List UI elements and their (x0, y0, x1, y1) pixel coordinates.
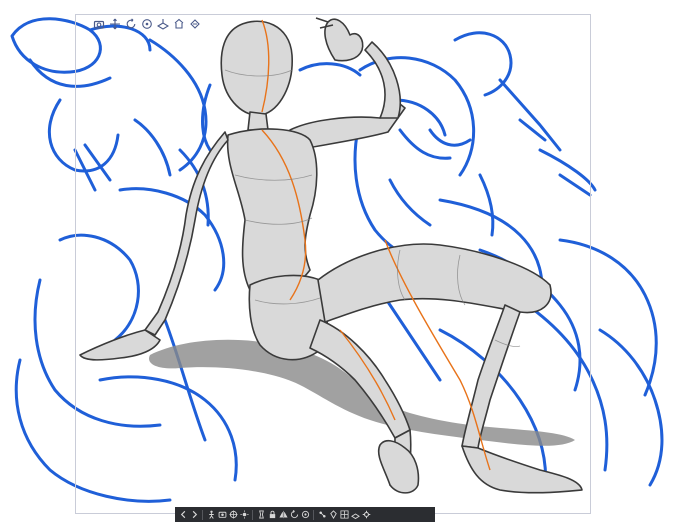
chevron-right-icon[interactable] (189, 508, 199, 521)
reset-pose-icon[interactable] (300, 508, 310, 521)
bottom-object-toolbar (175, 507, 435, 522)
camera-view-icon[interactable] (217, 508, 227, 521)
canvas-area[interactable] (0, 0, 680, 522)
camera-icon[interactable] (92, 17, 106, 31)
toolbar-separator (313, 509, 314, 520)
move-icon[interactable] (108, 17, 122, 31)
ground-icon[interactable] (350, 508, 360, 521)
joint-icon[interactable] (317, 508, 327, 521)
flip-icon[interactable] (278, 508, 288, 521)
toolbar-separator (202, 509, 203, 520)
fit-icon[interactable] (172, 17, 186, 31)
lock-icon[interactable] (267, 508, 277, 521)
settings-icon[interactable] (361, 508, 371, 521)
sketch-layer (10, 17, 664, 503)
pose-icon[interactable] (206, 508, 216, 521)
light-icon[interactable] (239, 508, 249, 521)
rotate-icon[interactable] (124, 17, 138, 31)
snap-icon[interactable] (228, 508, 238, 521)
reset-icon[interactable] (188, 17, 202, 31)
chevron-left-icon[interactable] (178, 508, 188, 521)
body-shape-icon[interactable] (256, 508, 266, 521)
plane-icon[interactable] (156, 17, 170, 31)
object-launcher-toolbar (92, 16, 202, 32)
artwork-canvas[interactable] (0, 0, 680, 522)
grid-icon[interactable] (339, 508, 349, 521)
pan-icon[interactable] (140, 17, 154, 31)
fixed-icon[interactable] (328, 508, 338, 521)
undo-pose-icon[interactable] (289, 508, 299, 521)
toolbar-separator (252, 509, 253, 520)
